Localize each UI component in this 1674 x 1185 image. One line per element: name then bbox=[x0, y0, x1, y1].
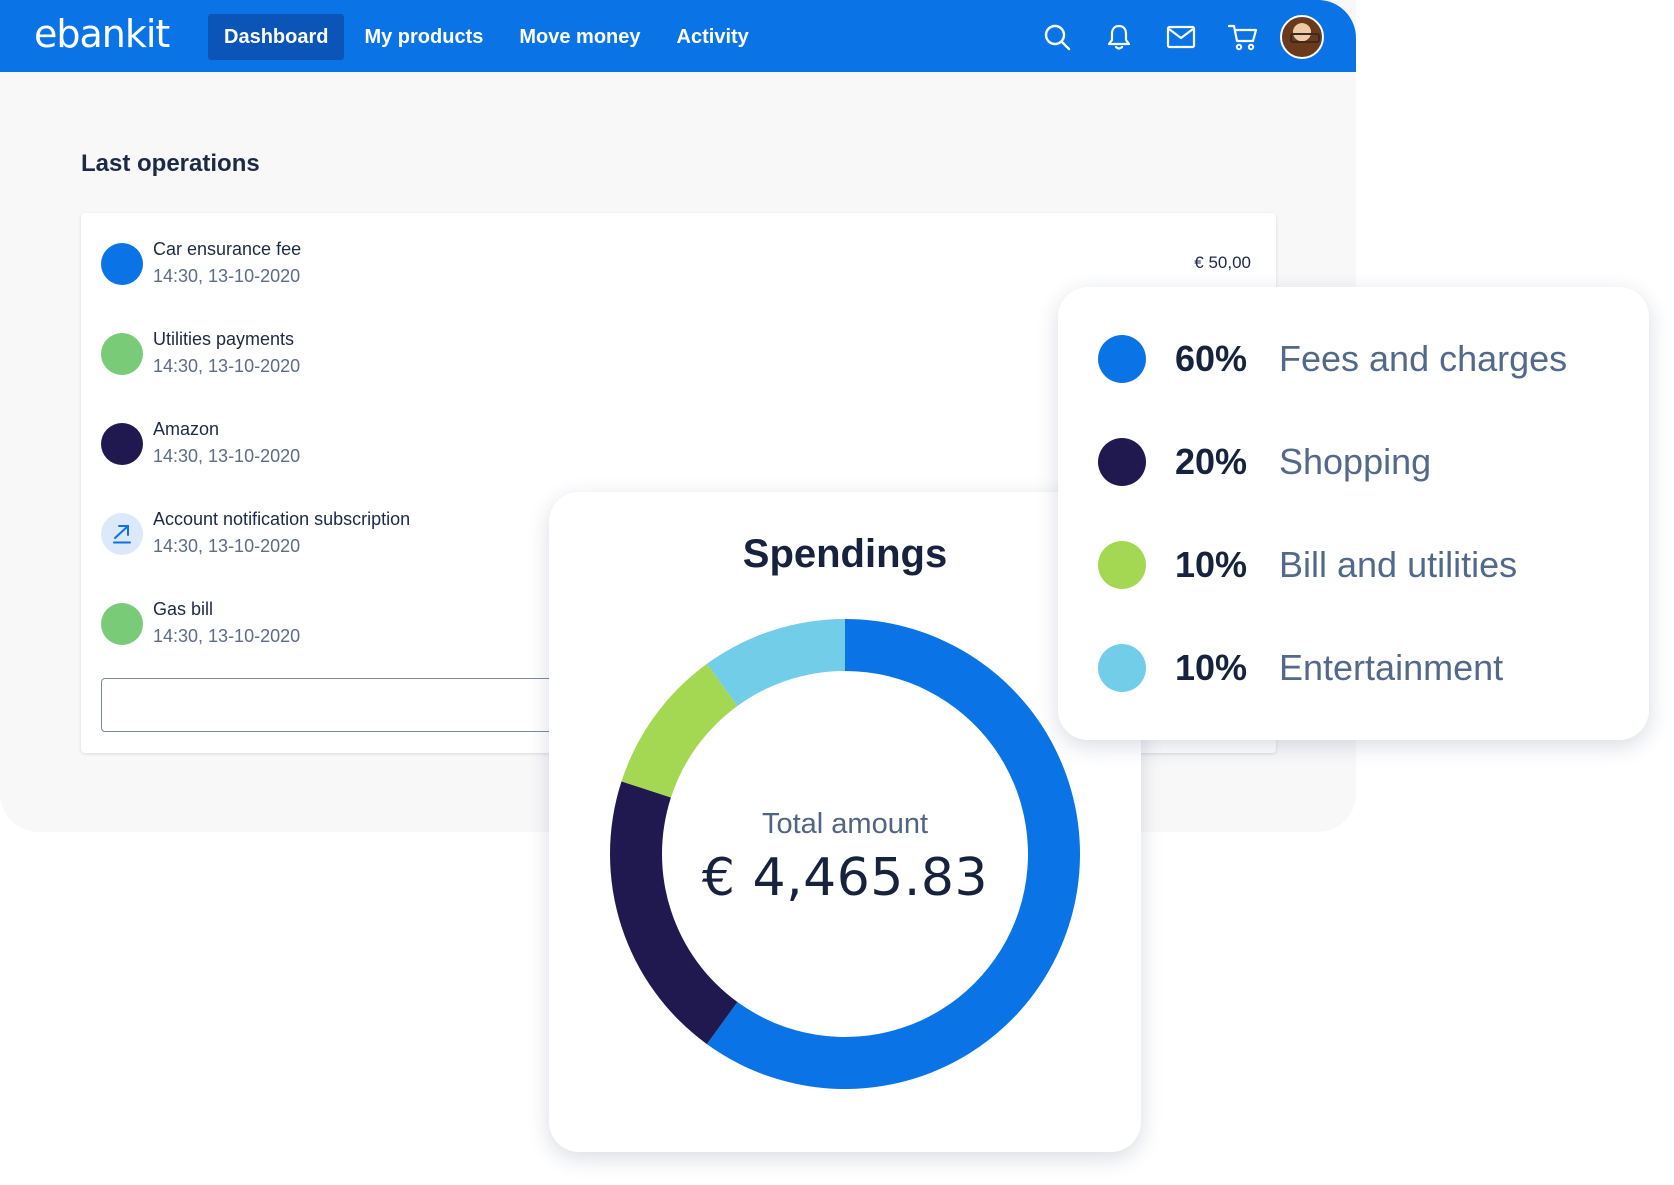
operation-time: 14:30, 13-10-2020 bbox=[153, 536, 301, 556]
avatar[interactable] bbox=[1280, 15, 1324, 59]
legend-dot bbox=[1098, 438, 1146, 486]
operation-time: 14:30, 13-10-2020 bbox=[153, 446, 301, 466]
category-dot bbox=[101, 243, 143, 285]
search-icon[interactable] bbox=[1034, 14, 1080, 60]
section-title: Last operations bbox=[81, 150, 260, 177]
tab-my-products[interactable]: My products bbox=[348, 14, 499, 60]
tab-dashboard[interactable]: Dashboard bbox=[208, 14, 345, 60]
total-amount-label: Total amount bbox=[761, 808, 929, 840]
ebankit-logo[interactable]: ebankit bbox=[34, 12, 170, 56]
spendings-title: Spendings bbox=[742, 532, 948, 576]
category-dot bbox=[101, 603, 143, 645]
operation-time: 14:30, 13-10-2020 bbox=[153, 356, 301, 376]
arrow-up-right-icon bbox=[101, 513, 143, 555]
bell-icon[interactable] bbox=[1096, 14, 1142, 60]
operation-title: Account notification subscription bbox=[153, 509, 411, 529]
operation-time: 14:30, 13-10-2020 bbox=[153, 626, 301, 646]
operation-title: Amazon bbox=[153, 419, 220, 439]
legend-item: 10% Entertainment bbox=[1098, 640, 1503, 696]
legend-item: 10% Bill and utilities bbox=[1098, 537, 1517, 593]
operation-time: 14:30, 13-10-2020 bbox=[153, 266, 301, 286]
top-navbar: ebankit Dashboard My products Move money… bbox=[0, 0, 1356, 72]
spendings-card: Spendings Total amount € 4,465.83 bbox=[549, 492, 1141, 1152]
legend-dot bbox=[1098, 335, 1146, 383]
legend-percent: 60% bbox=[1175, 338, 1248, 379]
operation-amount: € 50,00 bbox=[1194, 253, 1251, 272]
operation-title: Car ensurance fee bbox=[153, 239, 302, 259]
operation-title: Gas bill bbox=[153, 599, 214, 619]
total-amount-value: € 4,465.83 bbox=[701, 848, 989, 908]
legend-percent: 10% bbox=[1175, 647, 1248, 688]
legend-label: Shopping bbox=[1279, 441, 1432, 482]
mail-icon[interactable] bbox=[1158, 14, 1204, 60]
cart-icon[interactable] bbox=[1220, 14, 1266, 60]
spendings-legend-card: 60% Fees and charges 20% Shopping 10% Bi… bbox=[1058, 287, 1649, 740]
category-dot bbox=[101, 333, 143, 375]
tab-activity[interactable]: Activity bbox=[661, 14, 765, 60]
legend-percent: 20% bbox=[1175, 441, 1248, 482]
legend-dot bbox=[1098, 541, 1146, 589]
legend-label: Entertainment bbox=[1279, 647, 1504, 688]
legend-item: 60% Fees and charges bbox=[1098, 331, 1567, 387]
legend-dot bbox=[1098, 644, 1146, 692]
tab-move-money[interactable]: Move money bbox=[503, 14, 656, 60]
donut-slice-bill-and-utilities bbox=[621, 663, 738, 798]
nav-icons bbox=[1018, 14, 1324, 60]
legend-percent: 10% bbox=[1175, 544, 1248, 585]
list-item[interactable]: Car ensurance fee 14:30, 13-10-2020 € 50… bbox=[101, 233, 1251, 293]
legend-label: Bill and utilities bbox=[1279, 544, 1518, 585]
nav-tabs: Dashboard My products Move money Activit… bbox=[208, 14, 769, 60]
operation-title: Utilities payments bbox=[153, 329, 295, 349]
category-dot bbox=[101, 423, 143, 465]
legend-item: 20% Shopping bbox=[1098, 434, 1431, 490]
legend-label: Fees and charges bbox=[1279, 338, 1568, 379]
